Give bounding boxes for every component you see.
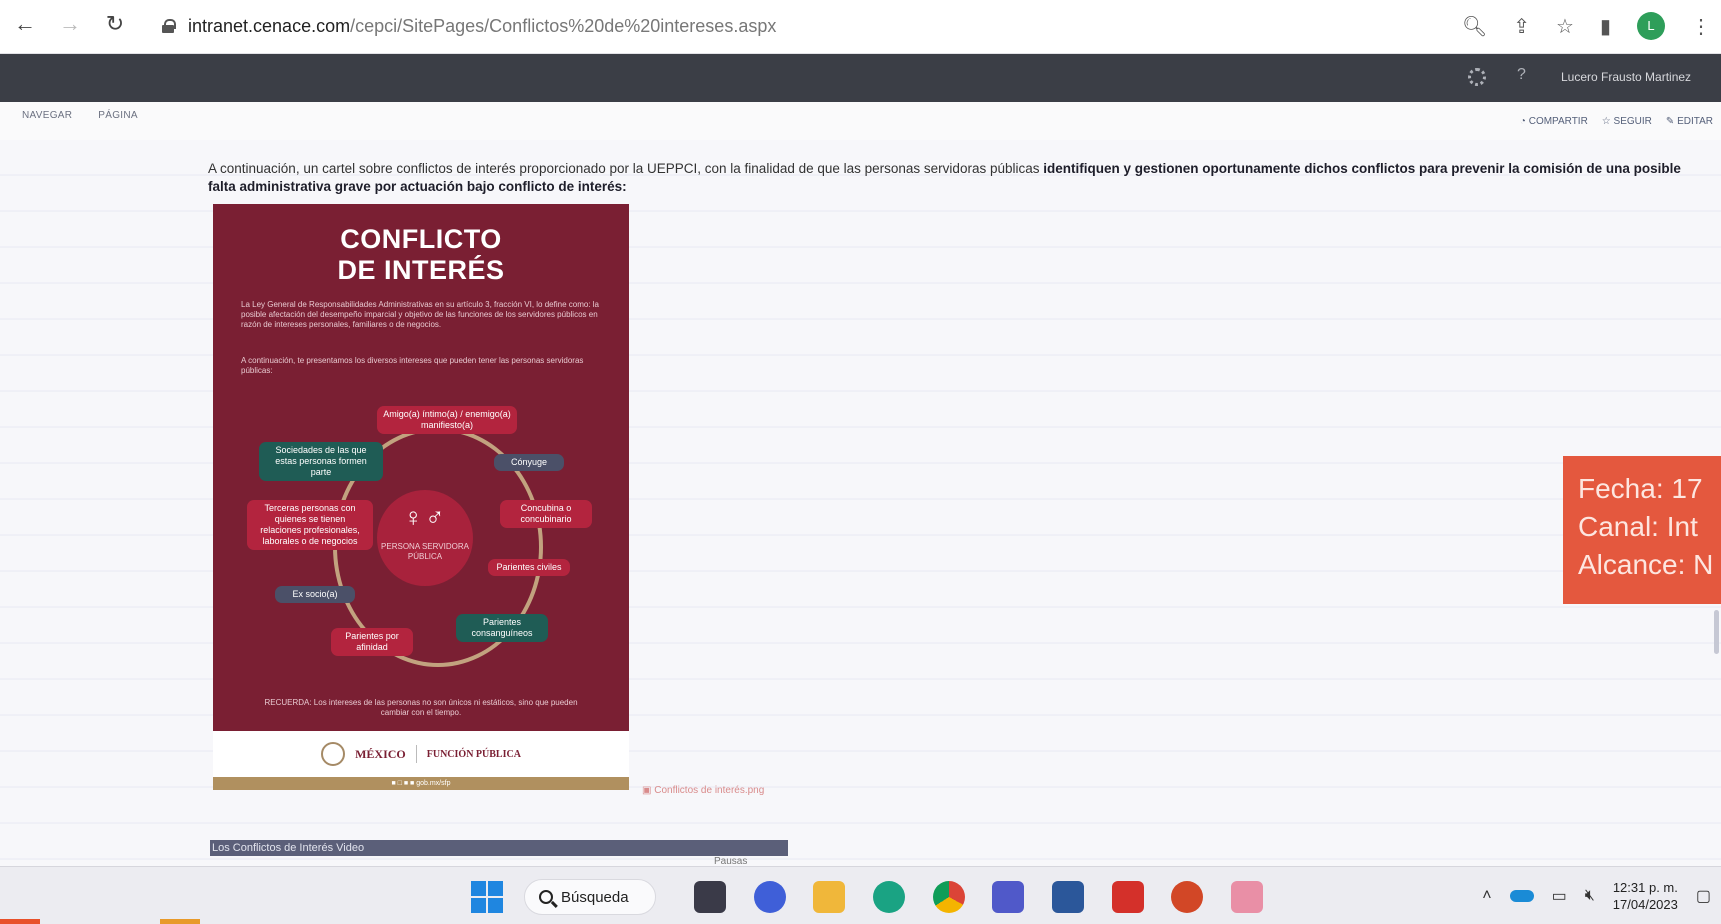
volume-muted-icon[interactable]: 🔇︎ bbox=[1585, 887, 1595, 905]
url-path: /cepci/SitePages/Conflictos%20de%20inter… bbox=[350, 15, 777, 36]
video-title-bar[interactable]: Los Conflictos de Interés Video bbox=[210, 840, 788, 856]
bookmark-star-icon[interactable]: ☆ bbox=[1556, 14, 1574, 39]
node-exsocio: Ex socio(a) bbox=[275, 586, 355, 603]
taskbar-search[interactable]: Búsqueda bbox=[524, 879, 656, 915]
network-icon[interactable]: ▭ bbox=[1552, 886, 1567, 906]
poster-strip: ■ □ ■ ■ gob.mx/sfp bbox=[213, 777, 629, 790]
gov-dependency: FUNCIÓN PÚBLICA bbox=[426, 748, 521, 760]
share-icon[interactable]: ⇪ bbox=[1513, 14, 1530, 39]
gear-icon[interactable] bbox=[1468, 68, 1486, 86]
start-button[interactable] bbox=[471, 881, 503, 913]
page-content: A continuación, un cartel sobre conflict… bbox=[0, 140, 1721, 867]
help-icon[interactable]: ? bbox=[1517, 66, 1526, 84]
side-panel-icon[interactable]: ▮ bbox=[1600, 14, 1611, 39]
node-amistad: Amigo(a) íntimo(a) / enemigo(a) manifies… bbox=[377, 406, 517, 434]
powerpoint-icon[interactable] bbox=[1171, 881, 1203, 913]
chrome-icon[interactable] bbox=[933, 881, 965, 913]
acrobat-icon[interactable] bbox=[1112, 881, 1144, 913]
pencil-icon: ✎ bbox=[1665, 116, 1678, 127]
chevron-up-icon[interactable]: ˄ bbox=[1482, 887, 1491, 905]
conflicto-interes-poster[interactable]: CONFLICTO DE INTERÉS La Ley General de R… bbox=[213, 204, 629, 790]
node-consanguineos: Parientes consanguíneos bbox=[456, 614, 548, 642]
reload-icon[interactable]: ↻ bbox=[100, 9, 130, 39]
file-explorer-icon[interactable] bbox=[813, 881, 845, 913]
task-view-icon[interactable] bbox=[694, 881, 726, 913]
share-button[interactable]: ◔ COMPARTIR bbox=[1520, 116, 1588, 127]
share-icon: ◔ bbox=[1519, 116, 1529, 127]
profile-avatar[interactable]: L bbox=[1637, 12, 1665, 40]
divider bbox=[415, 745, 417, 763]
ribbon-row: NAVEGAR PÁGINA ◔ COMPARTIR ☆ SEGUIR ✎ ED… bbox=[0, 104, 1721, 140]
edit-button[interactable]: ✎ EDITAR bbox=[1666, 116, 1713, 127]
gov-brand: MÉXICO bbox=[355, 746, 406, 761]
node-sociedades: Sociedades de las que estas personas for… bbox=[259, 442, 383, 481]
image-file-link[interactable]: ▣ Conflictos de interés.png bbox=[642, 785, 764, 796]
system-tray: ˄ ▭ 🔇︎ 12:31 p. m. 17/04/2023 ▢ bbox=[1482, 879, 1711, 913]
mexico-seal-icon bbox=[321, 742, 346, 766]
screen-edge-strip bbox=[0, 919, 1721, 924]
star-icon: ☆ bbox=[1601, 116, 1614, 127]
word-icon[interactable] bbox=[1052, 881, 1084, 913]
snipping-tool-icon[interactable] bbox=[1231, 881, 1263, 913]
back-arrow-icon[interactable]: ← bbox=[10, 9, 40, 39]
node-terceros: Terceras personas con quienes se tienen … bbox=[247, 500, 373, 550]
metadata-stamp: Fecha: 17 Canal: Int Alcance: N bbox=[1563, 456, 1721, 604]
zoom-icon[interactable]: 🔍︎ bbox=[1462, 14, 1487, 39]
notification-icon[interactable]: ▢ bbox=[1696, 886, 1711, 906]
ribbon-tab-pagina[interactable]: PÁGINA bbox=[98, 110, 138, 121]
browser-toolbar: ← → ↻ intranet.cenace.com/cepci/SitePage… bbox=[0, 0, 1721, 54]
node-civiles: Parientes civiles bbox=[488, 559, 570, 576]
poster-footer-note: RECUERDA: Los intereses de las personas … bbox=[264, 698, 578, 717]
onedrive-icon[interactable] bbox=[1509, 890, 1534, 902]
node-conyuge: Cónyuge bbox=[494, 454, 564, 471]
search-icon bbox=[539, 890, 553, 904]
people-icon: ♀♂ bbox=[403, 502, 447, 532]
user-name[interactable]: Lucero Frausto Martinez bbox=[1561, 70, 1691, 84]
ribbon-tab-navegar[interactable]: NAVEGAR bbox=[22, 110, 72, 121]
edge-icon[interactable] bbox=[873, 881, 905, 913]
poster-definition: La Ley General de Responsabilidades Admi… bbox=[241, 300, 599, 329]
forward-arrow-icon[interactable]: → bbox=[55, 9, 85, 39]
poster-intro: A continuación, te presentamos los diver… bbox=[241, 356, 584, 375]
lock-icon[interactable] bbox=[162, 19, 176, 33]
address-bar[interactable]: intranet.cenace.com/cepci/SitePages/Conf… bbox=[150, 8, 1450, 44]
follow-button[interactable]: ☆ SEGUIR bbox=[1602, 116, 1652, 127]
broken-image-icon: ▣ bbox=[642, 785, 655, 796]
public-servant-circle: ♀♂ PERSONA SERVIDORA PÚBLICA bbox=[377, 490, 473, 586]
chat-icon[interactable] bbox=[754, 881, 786, 913]
suite-bar: ? Lucero Frausto Martinez bbox=[0, 54, 1721, 102]
node-afinidad: Parientes por afinidad bbox=[331, 628, 413, 656]
menu-kebab-icon[interactable]: ⋮ bbox=[1691, 14, 1711, 39]
taskbar: Búsqueda ˄ ▭ 🔇︎ 12:31 p. m. 17/04/2023 ▢ bbox=[0, 866, 1721, 924]
poster-gov-logos: MÉXICO FUNCIÓN PÚBLICA bbox=[213, 731, 629, 777]
node-concubina: Concubina o concubinario bbox=[500, 500, 592, 528]
teams-icon[interactable] bbox=[992, 881, 1024, 913]
poster-title: CONFLICTO DE INTERÉS bbox=[337, 224, 505, 285]
intro-paragraph: A continuación, un cartel sobre conflict… bbox=[208, 161, 1681, 194]
taskbar-clock[interactable]: 12:31 p. m. 17/04/2023 bbox=[1613, 879, 1678, 913]
url-host: intranet.cenace.com bbox=[188, 15, 351, 36]
vertical-scrollbar[interactable] bbox=[1714, 610, 1719, 654]
